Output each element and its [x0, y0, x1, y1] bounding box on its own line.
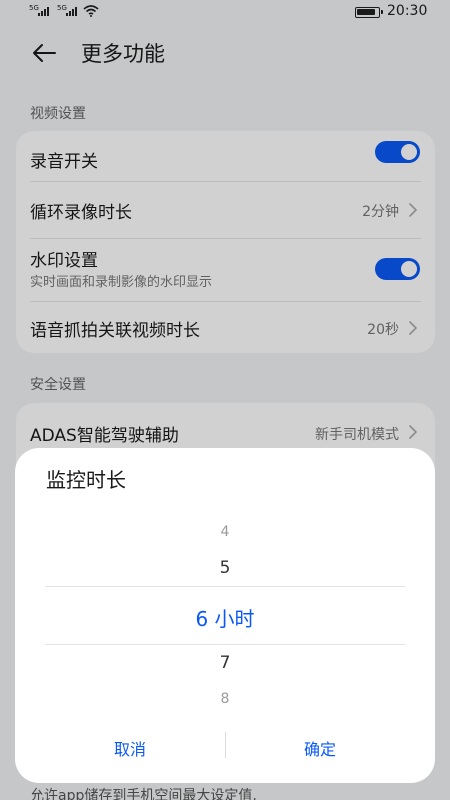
button-separator [225, 732, 226, 758]
picker-option[interactable]: 8 [15, 691, 435, 707]
confirm-button[interactable]: 确定 [260, 736, 380, 760]
picker-divider [45, 586, 405, 587]
picker-option[interactable]: 4 [15, 524, 435, 540]
dialog-title: 监控时长 [46, 468, 126, 492]
cancel-button[interactable]: 取消 [70, 736, 190, 760]
picker-selected-option[interactable]: 6 小时 [15, 603, 435, 632]
picker-divider [45, 644, 405, 645]
picker-option[interactable]: 7 [15, 653, 435, 673]
picker-option[interactable]: 5 [15, 558, 435, 578]
monitor-duration-dialog: 监控时长 4 5 6 小时 7 8 取消 确定 [15, 448, 435, 783]
screen: 5G 5G 20:30 更多功能 视频设置 录音开关 循环录像时长 2分钟 水印… [0, 0, 450, 800]
